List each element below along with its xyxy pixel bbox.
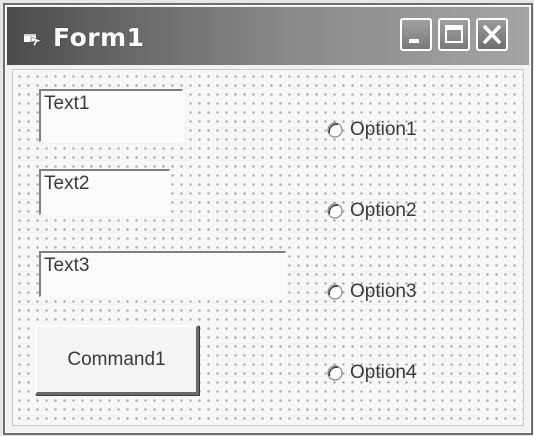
radio-icon — [327, 284, 343, 300]
option4-label: Option4 — [350, 362, 417, 383]
option3-label: Option3 — [350, 281, 417, 302]
text2-textbox[interactable]: Text2 — [39, 169, 170, 215]
window-title: Form1 — [53, 23, 145, 52]
title-bar[interactable]: Form1 — [7, 7, 529, 65]
form-window: Form1 Text1 Text2 Text3 Command1 Option1… — [3, 3, 533, 435]
radio-icon — [327, 122, 343, 138]
radio-icon — [327, 203, 343, 219]
maximize-button[interactable] — [438, 18, 470, 51]
option4-radio[interactable]: Option4 — [326, 361, 417, 385]
close-icon — [483, 25, 501, 44]
minimize-button[interactable] — [400, 18, 432, 51]
option1-radio[interactable]: Option1 — [326, 118, 417, 142]
option2-radio[interactable]: Option2 — [326, 199, 417, 223]
form-client-area: Text1 Text2 Text3 Command1 Option1 Optio… — [12, 69, 524, 426]
minimize-icon — [409, 39, 419, 43]
command1-button[interactable]: Command1 — [35, 325, 199, 395]
close-button[interactable] — [476, 18, 508, 51]
option3-radio[interactable]: Option3 — [326, 280, 417, 304]
form-icon — [24, 34, 44, 46]
text1-textbox[interactable]: Text1 — [39, 89, 183, 142]
option1-label: Option1 — [350, 119, 417, 140]
text3-textbox[interactable]: Text3 — [39, 251, 286, 297]
radio-icon — [327, 365, 343, 381]
maximize-icon — [445, 25, 463, 43]
option2-label: Option2 — [350, 200, 417, 221]
